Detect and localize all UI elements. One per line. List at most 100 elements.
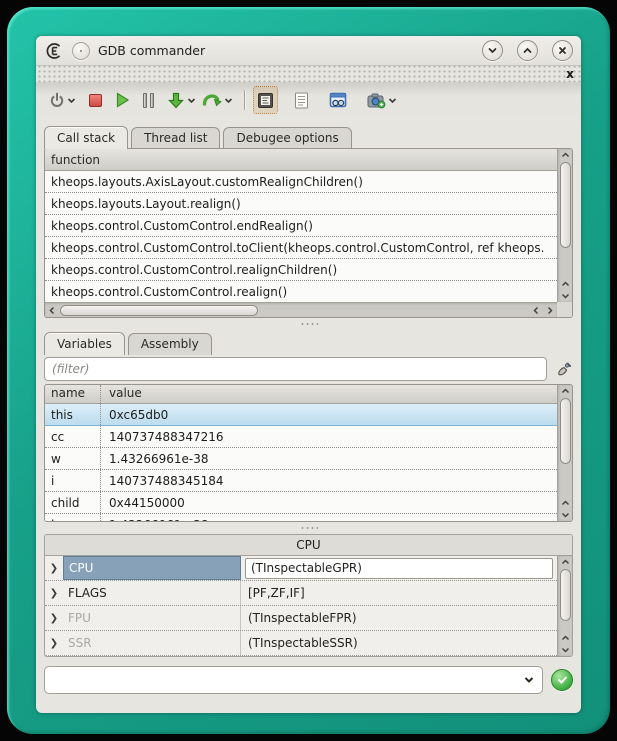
window-title: GDB commander — [98, 43, 468, 58]
step-into-dropdown-icon[interactable] — [187, 96, 196, 105]
ok-check-icon — [557, 675, 568, 685]
titlebar[interactable]: GDB commander — [36, 36, 581, 66]
callstack-row[interactable]: kheops.control.CustomControl.endRealign(… — [45, 215, 557, 237]
callstack-row[interactable]: kheops.control.CustomControl.realign() — [45, 281, 557, 302]
titlebar-menu-button[interactable] — [72, 42, 90, 60]
snapshot-dropdown-icon[interactable] — [388, 96, 397, 105]
disassembly-button[interactable] — [291, 87, 312, 113]
variable-row[interactable]: cc 140737488347216 — [45, 426, 557, 448]
variables-vscrollbar[interactable] — [557, 385, 572, 521]
power-dropdown-icon[interactable] — [67, 96, 76, 105]
shade-up-button[interactable] — [517, 40, 538, 61]
scroll-up-arrow[interactable] — [559, 497, 572, 509]
callstack-column-header[interactable]: function — [45, 149, 557, 171]
tab-thread-list[interactable]: Thread list — [131, 127, 220, 149]
run-icon — [115, 92, 130, 108]
screen: GDB commander x — [0, 0, 617, 741]
scroll-up-arrow[interactable] — [559, 556, 572, 568]
pause-button[interactable] — [140, 87, 157, 113]
scroll-up-arrow[interactable] — [559, 278, 572, 290]
variable-row[interactable]: child 0x44150000 — [45, 492, 557, 514]
expand-arrow-icon[interactable]: ❯ — [45, 556, 63, 580]
power-button[interactable] — [46, 87, 79, 113]
stop-button[interactable] — [86, 87, 105, 113]
cpu-row[interactable]: ❯ CPU (TInspectableGPR) — [45, 556, 557, 581]
dot-icon — [80, 50, 82, 52]
watches-button[interactable] — [326, 87, 350, 113]
snapshot-add-icon — [367, 92, 386, 109]
gdb-command-combobox[interactable] — [44, 666, 543, 694]
callstack-row[interactable]: kheops.layouts.AxisLayout.customRealignC… — [45, 171, 557, 193]
variable-row[interactable]: this 0xc65db0 — [45, 404, 557, 426]
scroll-down-arrow[interactable] — [559, 509, 572, 521]
expand-arrow-icon[interactable]: ❯ — [45, 606, 63, 630]
variables-filter-row — [44, 357, 573, 381]
scroll-left-arrow[interactable] — [45, 304, 59, 317]
callstack-tabbar: Call stack Thread list Debugee options — [36, 125, 581, 148]
panel-splitter[interactable] — [36, 522, 581, 534]
scroll-up-arrow[interactable] — [559, 149, 572, 161]
app-logo-icon — [44, 41, 64, 61]
dock-close-button[interactable]: x — [563, 66, 577, 81]
cpu-register-tree: ❯ CPU (TInspectableGPR) ❯ FLAGS [PF,ZF,I… — [45, 556, 557, 656]
callstack-vscrollbar[interactable] — [557, 149, 572, 302]
stop-icon — [89, 94, 102, 107]
cpu-groupbox: CPU ❯ CPU (TInspectableGPR) ❯ FLAGS [PF,… — [44, 534, 573, 657]
broom-icon — [555, 361, 572, 378]
register-value-edit[interactable]: (TInspectableGPR) — [245, 558, 553, 579]
power-icon — [49, 92, 65, 108]
cpu-vscrollbar[interactable] — [557, 556, 572, 656]
send-command-button[interactable] — [551, 669, 573, 691]
step-over-button[interactable] — [199, 87, 236, 113]
cpu-group-title: CPU — [45, 535, 572, 556]
combobox-dropdown-icon[interactable] — [516, 675, 542, 685]
shade-down-button[interactable] — [482, 40, 503, 61]
command-bar — [44, 665, 573, 695]
scroll-up-arrow[interactable] — [559, 632, 572, 644]
step-into-button[interactable] — [164, 87, 199, 113]
clear-filter-button[interactable] — [553, 358, 573, 380]
scroll-left-arrow[interactable] — [529, 304, 543, 317]
callstack-row[interactable]: kheops.layouts.Layout.realign() — [45, 193, 557, 215]
scroll-thumb[interactable] — [560, 398, 571, 464]
variable-row[interactable]: i 140737488345184 — [45, 470, 557, 492]
scroll-thumb[interactable] — [560, 569, 571, 621]
dock-drag-handle[interactable]: x — [36, 66, 581, 82]
cpu-row[interactable]: ❯ FLAGS [PF,ZF,IF] — [45, 581, 557, 606]
watches-icon — [329, 92, 347, 109]
splitter-grip-icon — [300, 526, 318, 530]
tab-assembly[interactable]: Assembly — [128, 333, 212, 355]
scroll-up-arrow[interactable] — [559, 385, 572, 397]
callstack-row[interactable]: kheops.control.CustomControl.realignChil… — [45, 259, 557, 281]
step-into-icon — [167, 92, 185, 109]
filter-input[interactable] — [44, 357, 547, 381]
chevron-up-icon — [522, 45, 533, 56]
scroll-down-arrow[interactable] — [559, 290, 572, 302]
scroll-down-arrow[interactable] — [559, 644, 572, 656]
variable-row[interactable]: w 1.43266961e-38 — [45, 448, 557, 470]
memory-view-button[interactable] — [254, 87, 277, 113]
panel-splitter[interactable] — [36, 318, 581, 330]
scroll-thumb[interactable] — [60, 305, 258, 316]
step-over-dropdown-icon[interactable] — [224, 96, 233, 105]
expand-arrow-icon[interactable]: ❯ — [45, 581, 63, 605]
variables-table: name value this 0xc65db0 cc 140737488347… — [45, 385, 557, 521]
variable-row[interactable]: h 1.43266961e-38 — [45, 514, 557, 521]
inspector-tabbar: Variables Assembly — [36, 332, 581, 354]
tab-call-stack[interactable]: Call stack — [44, 126, 128, 149]
variables-panel: name value this 0xc65db0 cc 140737488347… — [44, 384, 573, 522]
callstack-row[interactable]: kheops.control.CustomControl.toClient(kh… — [45, 237, 557, 259]
cpu-row[interactable]: ❯ SSR (TInspectableSSR) — [45, 631, 557, 656]
run-button[interactable] — [112, 87, 133, 113]
cpu-row[interactable]: ❯ FPU (TInspectableFPR) — [45, 606, 557, 631]
column-header-value[interactable]: value — [101, 385, 557, 403]
tab-variables[interactable]: Variables — [44, 332, 125, 355]
column-header-name[interactable]: name — [45, 385, 101, 403]
callstack-hscrollbar[interactable] — [45, 302, 557, 317]
scroll-right-arrow[interactable] — [543, 304, 557, 317]
close-window-button[interactable] — [552, 40, 573, 61]
scroll-thumb[interactable] — [560, 162, 571, 248]
expand-arrow-icon[interactable]: ❯ — [45, 631, 63, 655]
snapshot-add-button[interactable] — [364, 87, 400, 113]
tab-debugee-options[interactable]: Debugee options — [223, 127, 351, 149]
